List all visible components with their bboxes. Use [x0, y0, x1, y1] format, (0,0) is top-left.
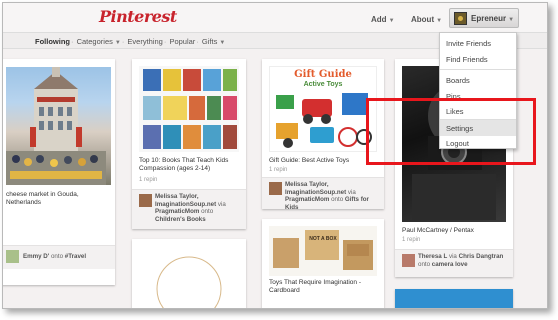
pin-description: cheese market in Gouda, Netherlands	[6, 191, 79, 206]
pin-card-necklace[interactable]	[132, 239, 246, 309]
pin-user-link[interactable]: Theresa L	[418, 253, 447, 260]
subnav-categories[interactable]: Categories	[77, 37, 113, 46]
avatar	[139, 194, 152, 207]
pin-user-link[interactable]: Melissa Taylor,	[285, 181, 329, 188]
pin-description: Paul McCartney / Pentax	[402, 227, 474, 234]
gift-guide-image-subtitle: Active Toys	[303, 81, 343, 88]
pin-image-gift-guide[interactable]: Gift Guide Active Toys	[269, 66, 377, 152]
pin-board-link[interactable]: camera love	[432, 261, 468, 268]
pin-image-necklace[interactable]	[132, 239, 246, 309]
pin-image-gouda[interactable]	[6, 67, 111, 185]
pin-site-link[interactable]: ImaginationSoup.net	[155, 201, 216, 208]
top-header: Pinterest Add ▼ About ▼ Epreneur ▼	[3, 3, 547, 33]
cardboard-image-text: NOT A BOX	[309, 236, 337, 242]
add-label: Add	[371, 15, 387, 24]
subnav-following[interactable]: Following	[35, 37, 70, 46]
pin-site-link[interactable]: ImaginationSoup.net	[285, 189, 346, 196]
user-menu-button[interactable]: Epreneur ▼	[449, 8, 519, 28]
onto-label: onto	[331, 196, 344, 203]
chevron-down-icon: ▼	[508, 17, 515, 23]
menu-item-find-friends[interactable]: Find Friends	[440, 51, 516, 67]
annotation-highlight-box	[366, 98, 536, 165]
menu-item-boards[interactable]: Boards	[440, 72, 516, 88]
pinterest-logo[interactable]: Pinterest	[99, 7, 177, 26]
pin-attribution: Theresa L via Chris Dangtran onto camera…	[395, 249, 513, 277]
add-menu-button[interactable]: Add ▼	[371, 15, 395, 24]
pin-user-link[interactable]: Melissa Taylor,	[155, 193, 199, 200]
subnav-everything[interactable]: Everything	[127, 37, 162, 46]
gift-guide-image-title: Gift Guide	[294, 69, 352, 80]
via-label: via	[347, 188, 356, 196]
pin-attribution: Melissa Taylor, ImaginationSoup.net via …	[262, 177, 384, 211]
pin-via-link[interactable]: Chris Dangtran	[459, 253, 504, 260]
avatar	[402, 254, 415, 267]
chevron-down-icon: ▼	[114, 40, 121, 46]
repin-count: 1 repin	[269, 167, 288, 173]
onto-label: onto	[201, 208, 214, 215]
subnav-gifts[interactable]: Gifts	[202, 37, 217, 46]
pin-board-link[interactable]: #Travel	[65, 253, 86, 260]
pin-image-cardboard[interactable]: NOT A BOX	[269, 226, 377, 276]
pin-card-books[interactable]: Top 10: Books That Teach Kids Compassion…	[132, 59, 246, 229]
pin-attribution: Emmy D' onto #Travel	[3, 245, 115, 269]
pin-attribution: Melissa Taylor, ImaginationSoup.net via …	[132, 189, 246, 229]
menu-divider	[440, 69, 516, 70]
pin-via-link[interactable]: PragmaticMom	[285, 196, 329, 203]
pin-via-link[interactable]: PragmaticMom	[155, 208, 199, 215]
avatar	[454, 12, 467, 25]
pin-description: Top 10: Books That Teach Kids Compassion…	[139, 157, 229, 172]
pin-card-cardboard[interactable]: NOT A BOX Toys That Require Imagination …	[262, 219, 384, 308]
pin-card-gouda[interactable]: cheese market in Gouda, Netherlands Emmy…	[3, 59, 115, 285]
chevron-down-icon: ▼	[436, 18, 443, 24]
chevron-down-icon: ▼	[388, 18, 395, 24]
chevron-down-icon: ▼	[219, 40, 226, 46]
pin-image-books[interactable]	[139, 66, 239, 152]
menu-item-invite-friends[interactable]: Invite Friends	[440, 35, 516, 51]
pin-card-partial[interactable]	[395, 289, 513, 308]
repin-count: 1 repin	[402, 237, 421, 243]
pin-description: Gift Guide: Best Active Toys	[269, 157, 350, 164]
repin-count: 1 repin	[139, 177, 158, 183]
pin-board-link[interactable]: Children's Books	[155, 216, 206, 223]
browser-window: Pinterest Add ▼ About ▼ Epreneur ▼ Followin…	[2, 2, 548, 309]
user-name: Epreneur	[471, 14, 507, 23]
subnav-popular[interactable]: Popular	[169, 37, 195, 46]
avatar	[269, 182, 282, 195]
about-label: About	[411, 15, 435, 24]
avatar	[6, 250, 19, 263]
onto-label: onto	[418, 260, 431, 268]
pin-user-link[interactable]: Emmy D'	[23, 253, 49, 260]
via-label: via	[217, 200, 226, 208]
pin-description: Toys That Require Imagination - Cardboar…	[269, 279, 362, 294]
onto-label: onto	[50, 253, 64, 260]
about-menu-button[interactable]: About ▼	[411, 15, 442, 24]
via-label: via	[448, 253, 457, 260]
